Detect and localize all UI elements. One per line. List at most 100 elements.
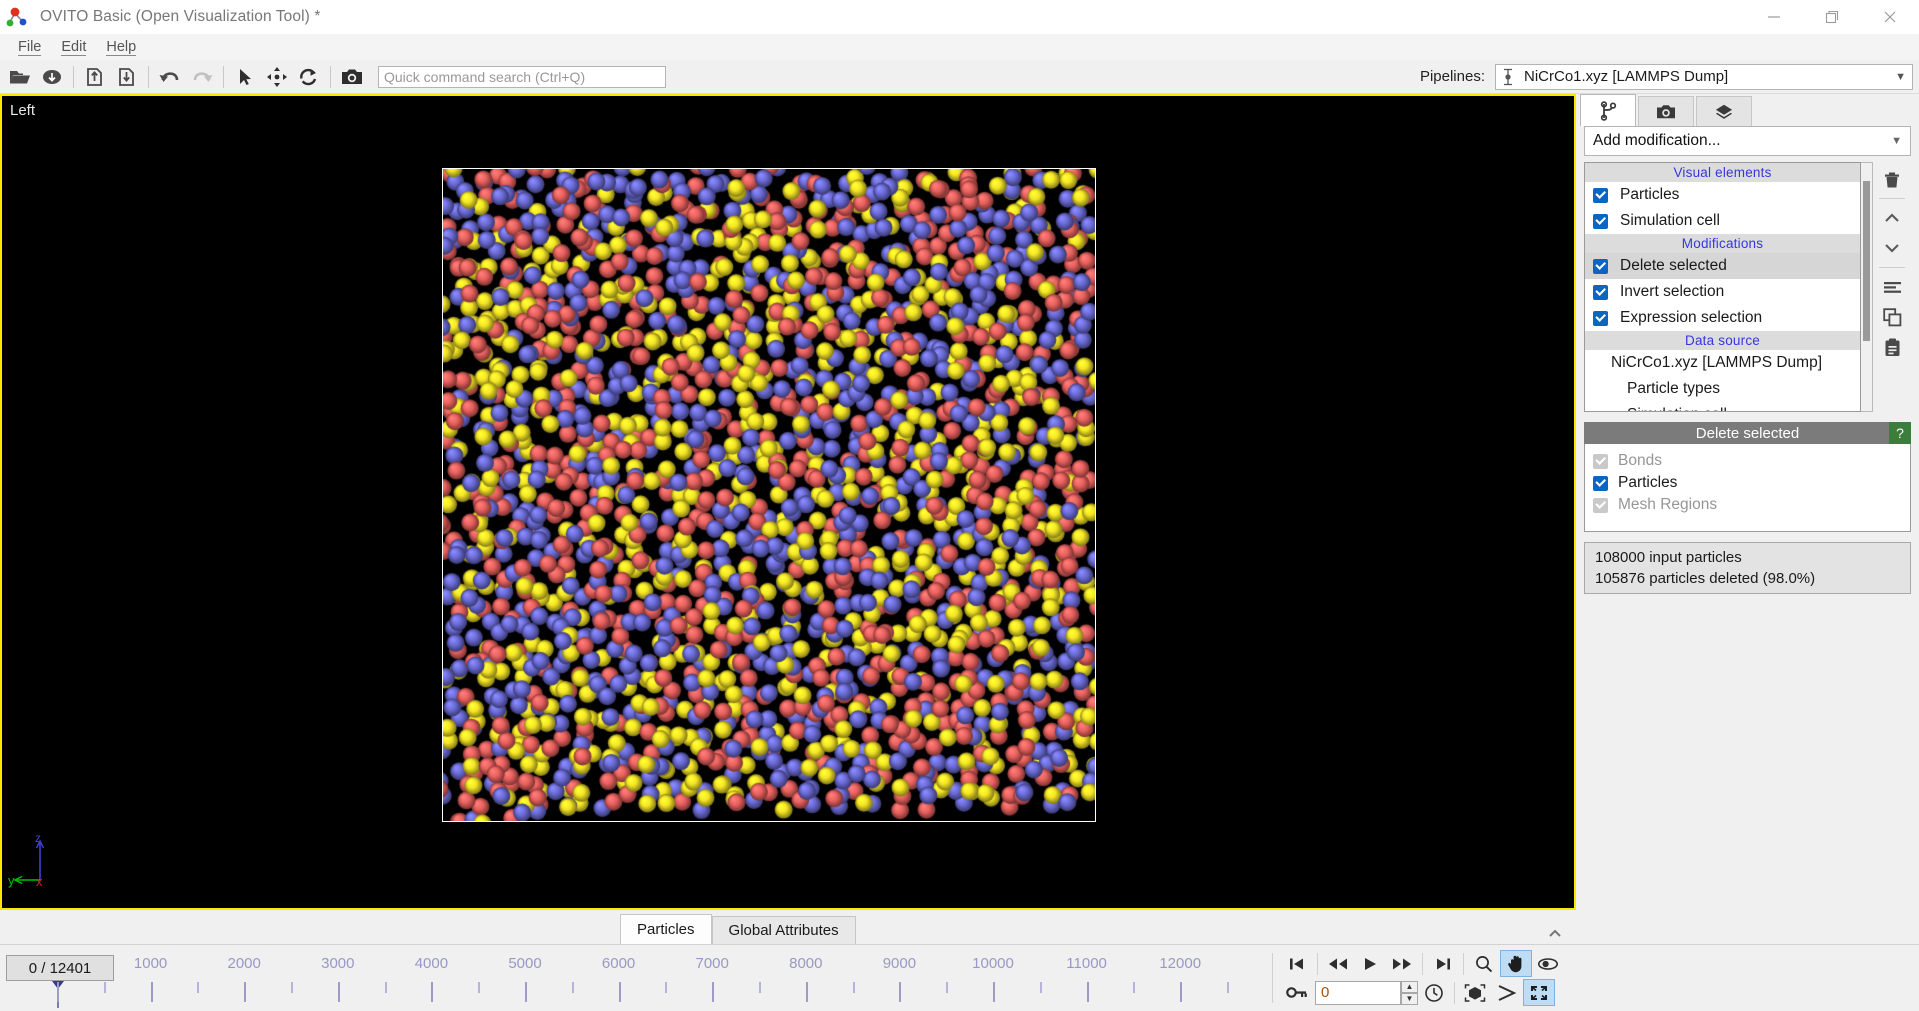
pipeline-item-simulation-cell[interactable]: Simulation cell	[1585, 208, 1860, 234]
checkbox-checked-icon[interactable]	[1593, 284, 1608, 300]
move-mode-button[interactable]	[261, 62, 293, 92]
maximize-button[interactable]	[1803, 0, 1861, 34]
spinner-up-icon[interactable]: ▲	[1401, 980, 1418, 993]
redo-button[interactable]	[186, 62, 218, 92]
orbit-tool-button[interactable]	[1532, 950, 1564, 977]
operate-on-label: Particles	[1618, 474, 1678, 491]
tab-overlays[interactable]	[1696, 96, 1752, 126]
minimize-button[interactable]	[1745, 0, 1803, 34]
goto-end-button[interactable]	[1427, 950, 1459, 977]
cube-bracket-icon	[1464, 983, 1486, 1002]
pipeline-editor-wrap: Visual elements Particles Simulation cel…	[1584, 162, 1911, 412]
checkbox-disabled-icon	[1593, 497, 1608, 513]
viewport-left[interactable]: Left z y x	[0, 94, 1576, 910]
checkbox-checked-icon[interactable]	[1593, 258, 1608, 274]
timeline-tick-minor	[946, 982, 949, 993]
tab-pipeline[interactable]	[1580, 94, 1636, 126]
close-button[interactable]	[1861, 0, 1919, 34]
timeline-tick-major	[57, 982, 59, 1002]
timeline-tick-minor	[1039, 982, 1042, 993]
fov-cone-icon	[1498, 984, 1517, 1001]
pipeline-item-particles[interactable]: Particles	[1585, 182, 1860, 208]
copy-modifier-button[interactable]	[1877, 302, 1907, 332]
pipeline-item-data-simulation-cell[interactable]: Simulation cell	[1585, 402, 1860, 411]
checkbox-checked-icon[interactable]	[1593, 310, 1608, 326]
toggle-modifier-button[interactable]	[1877, 272, 1907, 302]
timeline-tick-label: 3000	[321, 955, 355, 972]
move-modifier-down-button[interactable]	[1877, 233, 1907, 263]
pipeline-dropdown[interactable]: NiCrCo1.xyz [LAMMPS Dump] ▼	[1495, 63, 1913, 90]
next-frame-button[interactable]	[1386, 950, 1418, 977]
pipeline-item-particle-types[interactable]: Particle types	[1585, 376, 1860, 402]
select-mode-button[interactable]	[229, 62, 261, 92]
pan-tool-button[interactable]	[1500, 950, 1532, 977]
operate-on-particles-row[interactable]: Particles	[1593, 472, 1902, 494]
pipeline-item-data-source-file[interactable]: NiCrCo1.xyz [LAMMPS Dump]	[1585, 350, 1860, 376]
chevron-up-icon[interactable]	[1548, 928, 1562, 938]
auto-key-button[interactable]	[1281, 979, 1313, 1006]
maximize-viewport-button[interactable]	[1523, 979, 1555, 1006]
field-of-view-button[interactable]	[1491, 979, 1523, 1006]
tab-rendering[interactable]	[1638, 96, 1694, 126]
load-state-button[interactable]	[111, 62, 143, 92]
animation-controls: 0 ▲ ▼	[1273, 945, 1564, 1011]
menu-help[interactable]: Help	[96, 37, 146, 57]
checkbox-checked-icon[interactable]	[1593, 475, 1608, 491]
scrollbar-thumb[interactable]	[1863, 181, 1870, 341]
viewport-label[interactable]: Left	[10, 102, 35, 119]
checkbox-checked-icon[interactable]	[1593, 187, 1608, 203]
tab-global-attributes[interactable]: Global Attributes	[711, 916, 856, 944]
render-snapshot-button[interactable]	[336, 62, 368, 92]
delete-modifier-button[interactable]	[1877, 164, 1907, 194]
layers-icon	[1715, 104, 1733, 119]
pipeline-list[interactable]: Visual elements Particles Simulation cel…	[1584, 162, 1861, 412]
timeline-slider[interactable]: 0 / 12401 1000 2000 3000 4000 5000 6000 7000 80…	[0, 945, 1272, 1011]
pipeline-item-label: Particles	[1620, 186, 1680, 203]
modifier-title: Delete selected	[1695, 424, 1800, 442]
search-input[interactable]: Quick command search (Ctrl+Q)	[378, 65, 666, 88]
pipeline-list-scrollbar[interactable]	[1861, 162, 1873, 412]
paste-modifier-button[interactable]	[1877, 332, 1907, 362]
pipeline-item-invert-selection[interactable]: Invert selection	[1585, 279, 1860, 305]
frame-spinner[interactable]: ▲ ▼	[1401, 980, 1418, 1005]
operate-on-bonds-row[interactable]: Bonds	[1593, 450, 1902, 472]
open-remote-file-button[interactable]	[36, 62, 68, 92]
add-modification-dropdown[interactable]: Add modification... ▼	[1584, 126, 1911, 156]
menu-bar: File Edit Help	[0, 34, 1919, 60]
menu-file[interactable]: File	[8, 37, 51, 57]
save-state-button[interactable]	[79, 62, 111, 92]
chevron-down-icon	[1885, 244, 1899, 253]
camera-icon	[1657, 104, 1675, 118]
chevron-down-icon: ▼	[1895, 70, 1906, 83]
trash-icon	[1885, 172, 1899, 187]
play-button[interactable]	[1354, 950, 1386, 977]
pipeline-item-delete-selected[interactable]: Delete selected	[1585, 253, 1860, 279]
zoom-tool-button[interactable]	[1468, 950, 1500, 977]
menu-edit[interactable]: Edit	[51, 37, 96, 57]
timeline-tick-label: 2000	[227, 955, 261, 972]
timeline-tick-minor	[478, 982, 481, 993]
frame-entry-row: 0 ▲ ▼	[1281, 978, 1564, 1007]
undo-button[interactable]	[154, 62, 186, 92]
animation-settings-button[interactable]	[1418, 979, 1450, 1006]
frame-number-input[interactable]: 0	[1315, 980, 1401, 1005]
list-lines-icon	[1883, 282, 1901, 293]
prev-frame-button[interactable]	[1322, 950, 1354, 977]
move-modifier-up-button[interactable]	[1877, 203, 1907, 233]
ovito-molecule-icon	[6, 6, 32, 28]
open-file-button[interactable]	[4, 62, 36, 92]
goto-start-button[interactable]	[1281, 950, 1313, 977]
operate-on-mesh-regions-row[interactable]: Mesh Regions	[1593, 494, 1902, 516]
timeline-tick-major	[431, 982, 434, 1002]
svg-text:y: y	[8, 873, 15, 888]
help-button[interactable]: ?	[1889, 422, 1911, 444]
zoom-scene-extents-button[interactable]	[1459, 979, 1491, 1006]
tab-particles[interactable]: Particles	[620, 914, 712, 944]
rotate-mode-button[interactable]	[293, 62, 325, 92]
checkbox-checked-icon[interactable]	[1593, 213, 1608, 229]
pipeline-name: NiCrCo1.xyz [LAMMPS Dump]	[1524, 68, 1729, 85]
pipeline-item-label: Particle types	[1627, 380, 1721, 397]
pipeline-item-expression-selection[interactable]: Expression selection	[1585, 305, 1860, 331]
spinner-down-icon[interactable]: ▼	[1401, 992, 1418, 1005]
add-modification-label: Add modification...	[1593, 132, 1721, 149]
